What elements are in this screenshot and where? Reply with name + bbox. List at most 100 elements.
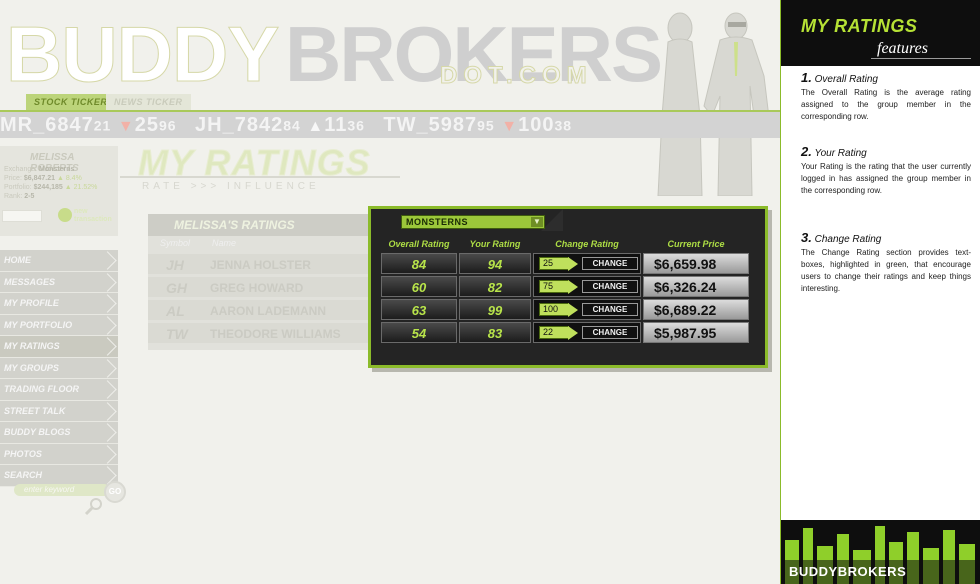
chevron-down-icon[interactable]: ▼ (531, 217, 543, 227)
rating-input[interactable]: 75 (539, 280, 569, 293)
your-rating: 94 (487, 257, 503, 272)
change-rating-cell: 25 CHANGE (533, 253, 641, 274)
user-line-value: $6,847.21 (23, 175, 56, 182)
nav-trading-floor[interactable]: TRADING FLOOR (0, 379, 118, 401)
arrow-right-icon (568, 326, 578, 340)
overall-rating: 84 (411, 257, 427, 272)
page-subtitle: RATE >>> INFLUENCE (142, 181, 320, 192)
title-divider (120, 176, 400, 178)
feature-item: 1. Overall Rating The Overall Rating is … (801, 70, 971, 123)
feature-text: The Change Rating section provides text-… (801, 248, 971, 293)
overall-rating-cell: 60 (381, 276, 457, 297)
nav-home[interactable]: HOME (0, 250, 118, 272)
feature-number: 3. (801, 230, 812, 245)
your-rating: 82 (487, 280, 503, 295)
user-line-label: Portfolio: (4, 184, 32, 191)
change-button[interactable]: CHANGE (582, 257, 638, 270)
overall-rating-cell: 84 (381, 253, 457, 274)
user-line-change: ▲ 8.4% (56, 175, 82, 182)
feature-item: 3. Change Rating The Change Rating secti… (801, 230, 971, 295)
header-your-rating: Your Rating (469, 239, 521, 249)
features-divider (871, 58, 971, 59)
nav-messages[interactable]: MESSAGES (0, 271, 118, 293)
feature-item: 2. Your Rating Your Rating is the rating… (801, 144, 971, 197)
features-subtitle: features (877, 40, 928, 57)
nav-my-ratings[interactable]: MY RATINGS (0, 336, 118, 358)
user-line-value: Monsterns (39, 166, 75, 173)
features-header: MY RATINGS features (781, 0, 980, 66)
rating-input[interactable]: 22 (539, 326, 569, 339)
tab-stock-ticker[interactable]: STOCK TICKER (26, 94, 116, 110)
ticker-price: 5987 (428, 114, 478, 136)
current-price: $6,689.22 (654, 302, 717, 318)
nav-photos[interactable]: PHOTOS (0, 443, 118, 465)
feature-heading: 1. Overall Rating (801, 70, 971, 85)
user-line-label: Price: (4, 175, 22, 182)
feature-heading: 3. Change Rating (801, 230, 971, 245)
footer-logo-buddy: BUDDY (789, 564, 838, 579)
ticker-change: 100 (518, 114, 555, 136)
ticker-item: TW_598795 ▼10038 (383, 112, 572, 138)
logo-dotcom: DOT.COM (440, 62, 593, 90)
new-transaction-label[interactable]: new transaction (74, 208, 118, 224)
rating-input[interactable]: 25 (539, 257, 569, 270)
table-row: JH JENNA HOLSTER (148, 254, 380, 274)
features-sidebar: MY RATINGS features 1. Overall Rating Th… (780, 0, 980, 584)
table-row: 63 99 100 CHANGE $6,689.22 (381, 299, 757, 320)
header-current-price: Current Price (667, 239, 725, 249)
table-row: AL AARON LADEMANN (148, 300, 380, 320)
overall-rating: 54 (411, 326, 427, 341)
current-price: $5,987.95 (654, 325, 717, 341)
ratings-panel: MONSTERNS ▼ Overall Rating Your Rating C… (368, 206, 768, 368)
your-rating-cell: 99 (459, 299, 531, 320)
arrow-right-icon (568, 257, 578, 271)
keyword-search-input[interactable]: enter keyword (14, 484, 110, 496)
ticker-price: 6847 (45, 114, 94, 136)
member-name: JENNA HOLSTER (210, 258, 311, 272)
nav-buddy-blogs[interactable]: BUDDY BLOGS (0, 422, 118, 444)
table-row: TW THEODORE WILLIAMS (148, 323, 380, 343)
change-button[interactable]: CHANGE (582, 303, 638, 316)
ratings-heading-owner: MELISSA'S (174, 218, 239, 232)
user-line-value: 2-5 (24, 193, 35, 200)
group-select-value: MONSTERNS (406, 217, 469, 227)
mini-input[interactable] (2, 210, 42, 222)
feature-title: Change Rating (814, 234, 882, 245)
nav-my-groups[interactable]: MY GROUPS (0, 357, 118, 379)
your-rating-cell: 83 (459, 322, 531, 343)
ratings-heading-label: RATINGS (241, 218, 295, 232)
ticker-symbol: TW_ (383, 114, 429, 136)
user-rank: Rank: 2-5 (4, 193, 34, 200)
overall-rating: 63 (411, 303, 427, 318)
ticker-price-fraction: 21 (93, 117, 112, 134)
down-arrow-icon: ▼ (117, 118, 135, 135)
main-area: BUDDY BROKERS DOT.COM STOCK TICKER NEWS … (0, 0, 780, 584)
nav-my-portfolio[interactable]: MY PORTFOLIO (0, 314, 118, 336)
current-price: $6,326.24 (654, 279, 717, 295)
ratings-heading: MELISSA'S RATINGS (174, 218, 295, 232)
price-cell: $6,689.22 (643, 299, 749, 320)
user-portfolio: Portfolio: $244,185 ▲ 21.52% (4, 184, 97, 191)
ticker-item: JH_784284 ▲1136 (195, 112, 365, 138)
ticker-change: 11 (324, 114, 348, 136)
change-button[interactable]: CHANGE (582, 280, 638, 293)
tab-news-ticker[interactable]: NEWS TICKER (106, 94, 191, 110)
ticker-change: 25 (134, 114, 159, 136)
stock-ticker: MR_684721 ▼2596 JH_784284 ▲1136 TW_59879… (0, 110, 780, 138)
ticker-change-fraction: 36 (347, 117, 365, 134)
overall-rating: 60 (411, 280, 427, 295)
search-go-button[interactable]: GO (104, 481, 126, 503)
change-button[interactable]: CHANGE (582, 326, 638, 339)
rating-input[interactable]: 100 (539, 303, 569, 316)
overall-rating-cell: 54 (381, 322, 457, 343)
footer-logo: BUDDYBROKERS (789, 564, 906, 579)
nav-street-talk[interactable]: STREET TALK (0, 400, 118, 422)
features-title: MY RATINGS (801, 16, 918, 36)
up-arrow-icon: ▲ (307, 118, 325, 135)
logo-buddy: BUDDY (5, 10, 279, 98)
feature-text: The Overall Rating is the average rating… (801, 88, 971, 121)
new-transaction-button[interactable] (58, 208, 72, 222)
user-line-value: $244,185 (33, 184, 63, 191)
group-select[interactable]: MONSTERNS ▼ (401, 215, 545, 229)
nav-my-profile[interactable]: MY PROFILE (0, 293, 118, 315)
